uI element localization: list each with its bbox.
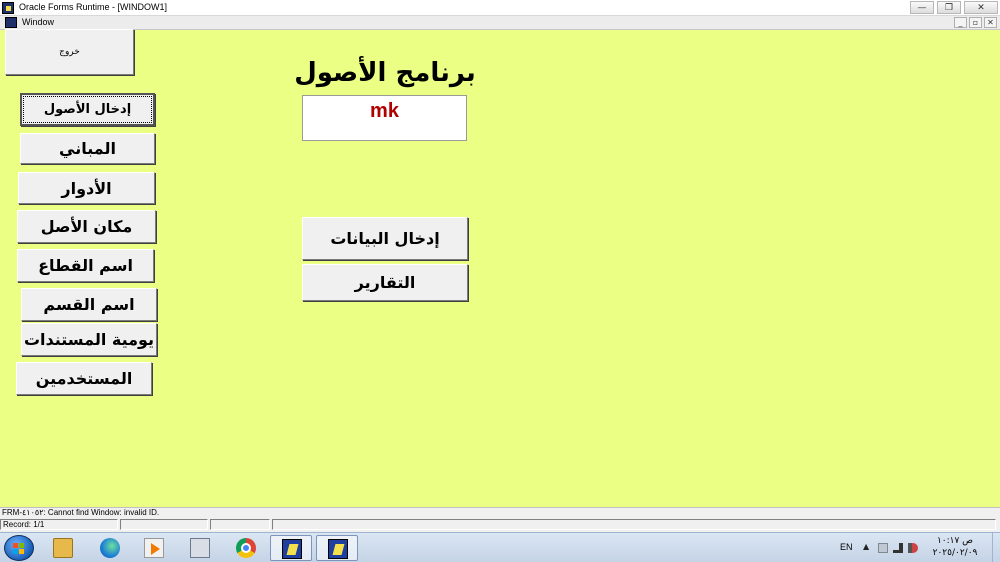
mdi-window-title: Window (22, 17, 55, 27)
clock-date: ٢٠٢٥/٠٢/٠٩ (932, 548, 978, 558)
mdi-minimize-button[interactable]: _ (954, 17, 967, 28)
clock-time: ص ١٠:١٧ (936, 536, 974, 546)
mdi-window-bar: Window _ ▫ ✕ (0, 16, 1000, 30)
asset-location-button[interactable]: مكان الأصل (17, 210, 156, 243)
message-line: FRM-٤١٠٥٢: Cannot find Window: invalid I… (0, 507, 1000, 519)
mdi-restore-button[interactable]: ▫ (969, 17, 982, 28)
app-title-bar: Oracle Forms Runtime - [WINDOW1] — ❐ ✕ (0, 0, 1000, 16)
mdi-close-button[interactable]: ✕ (984, 17, 997, 28)
floors-button[interactable]: الأدوار (18, 172, 155, 204)
taskbar-media-player[interactable] (133, 535, 175, 561)
sector-name-button[interactable]: اسم القطاع (17, 249, 154, 282)
taskbar-file-explorer[interactable] (42, 535, 84, 561)
show-hidden-icons-icon[interactable]: ▲ (863, 542, 869, 551)
window-title: Oracle Forms Runtime - [WINDOW1] (19, 2, 168, 12)
chrome-icon (236, 538, 256, 558)
enter-assets-button[interactable]: إدخال الأصول (20, 93, 155, 126)
reports-button[interactable]: التقارير (302, 264, 468, 301)
volume-icon[interactable] (908, 543, 918, 553)
documents-journal-button[interactable]: يومية المستندات (21, 323, 157, 356)
edge-icon (100, 538, 120, 558)
data-entry-button[interactable]: إدخال البيانات (302, 217, 468, 260)
user-code-value: mk (370, 100, 399, 122)
start-orb-icon[interactable] (4, 535, 34, 561)
system-tray: EN ▲ ص ١٠:١٧ ٢٠٢٥/٠٢/٠٩ (830, 533, 1000, 562)
oracle-forms-icon (282, 539, 302, 559)
taskbar-oracle-forms-2[interactable] (316, 535, 358, 561)
close-button[interactable]: ✕ (964, 1, 998, 14)
taskbar-calculator[interactable] (179, 535, 221, 561)
network-icon[interactable] (893, 543, 903, 553)
taskbar-edge[interactable] (89, 535, 131, 561)
taskbar: EN ▲ ص ١٠:١٧ ٢٠٢٥/٠٢/٠٩ (0, 532, 1000, 562)
restore-button[interactable]: ❐ (937, 1, 961, 14)
language-indicator[interactable]: EN (840, 542, 853, 552)
status-bar: Record: 1/1 (0, 519, 1000, 531)
media-player-icon (144, 538, 164, 558)
user-code-field[interactable]: mk (302, 95, 467, 141)
system-clock[interactable]: ص ١٠:١٧ ٢٠٢٥/٠٢/٠٩ (920, 535, 990, 559)
oracle-forms-icon (2, 2, 14, 14)
error-message: FRM-٤١٠٥٢: Cannot find Window: invalid I… (2, 508, 160, 517)
oracle-forms-icon (328, 539, 348, 559)
status-segment (210, 519, 270, 530)
window-controls: — ❐ ✕ (907, 1, 998, 14)
taskbar-oracle-forms-1[interactable] (270, 535, 312, 561)
record-indicator: Record: 1/1 (0, 519, 118, 530)
users-button[interactable]: المستخدمين (16, 362, 152, 395)
taskbar-chrome[interactable] (225, 535, 267, 561)
buildings-button[interactable]: المباني (20, 133, 155, 164)
file-explorer-icon (53, 538, 73, 558)
action-center-icon[interactable] (878, 543, 888, 553)
department-name-button[interactable]: اسم القسم (21, 288, 157, 321)
calculator-icon (190, 538, 210, 558)
page-title: برنامج الأصول (294, 58, 476, 88)
minimize-button[interactable]: — (910, 1, 934, 14)
window-icon (5, 17, 17, 28)
status-segment (272, 519, 996, 530)
exit-button[interactable]: خروج (5, 29, 134, 75)
show-desktop-button[interactable] (992, 533, 1000, 562)
mdi-window-controls: _ ▫ ✕ (952, 17, 997, 28)
status-segment (120, 519, 208, 530)
